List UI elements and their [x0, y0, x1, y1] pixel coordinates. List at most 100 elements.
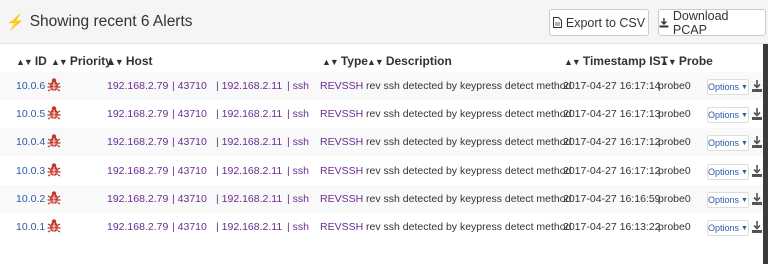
alert-type-link[interactable]: REVSSH [320, 193, 363, 205]
bug-icon [47, 162, 61, 178]
source-port[interactable]: | 43710 [172, 136, 207, 148]
sort-icon: ▲▼ [660, 57, 677, 67]
options-dropdown-button[interactable]: Options ▼ [707, 135, 749, 151]
source-ip-link[interactable]: 192.168.2.79 [107, 80, 168, 92]
alert-id-link[interactable]: 10.0.3 [16, 165, 45, 177]
download-icon[interactable] [751, 220, 763, 234]
sort-icon: ▲▼ [322, 57, 339, 67]
table-row: 10.0.5 192.168.2.79 | 43710 | 192.168.2.11 |… [0, 100, 763, 128]
caret-down-icon: ▼ [741, 224, 748, 232]
protocol[interactable]: | ssh [287, 108, 309, 120]
alert-type-link[interactable]: REVSSH [320, 108, 363, 120]
alert-timestamp: 2017-04-27 16:17:13 [563, 108, 661, 120]
options-dropdown-button[interactable]: Options ▼ [707, 79, 749, 95]
bug-icon [47, 190, 61, 206]
table-row: 10.0.4 192.168.2.79 | 43710 | 192.168.2.11 |… [0, 128, 763, 156]
caret-down-icon: ▼ [741, 168, 748, 176]
alert-timestamp: 2017-04-27 16:17:12 [563, 136, 661, 148]
table-row: 10.0.3 192.168.2.79 | 43710 | 192.168.2.11 |… [0, 157, 763, 185]
column-header-description[interactable]: ▲▼ Description [367, 54, 452, 68]
source-port[interactable]: | 43710 [172, 221, 207, 233]
alert-type-link[interactable]: REVSSH [320, 165, 363, 177]
source-port[interactable]: | 43710 [172, 193, 207, 205]
alert-description: rev ssh detected by keypress detect meth… [366, 221, 572, 233]
dest-ip-link[interactable]: | 192.168.2.11 [216, 108, 282, 120]
caret-down-icon: ▼ [741, 83, 748, 91]
column-header-type[interactable]: ▲▼ Type [322, 54, 368, 68]
alerts-page: ⚡ Showing recent 6 Alerts Export to CSV … [0, 0, 768, 264]
source-ip-link[interactable]: 192.168.2.79 [107, 193, 168, 205]
export-csv-label: Export to CSV [565, 15, 646, 30]
caret-down-icon: ▼ [741, 196, 748, 204]
alert-id-link[interactable]: 10.0.2 [16, 193, 45, 205]
source-port[interactable]: | 43710 [172, 108, 207, 120]
alert-probe: probe0 [658, 136, 691, 148]
options-dropdown-button[interactable]: Options ▼ [707, 220, 749, 236]
table-row: 10.0.1 192.168.2.79 | 43710 | 192.168.2.11 |… [0, 213, 763, 241]
protocol[interactable]: | ssh [287, 80, 309, 92]
protocol[interactable]: | ssh [287, 136, 309, 148]
alert-timestamp: 2017-04-27 16:17:14 [563, 80, 661, 92]
alert-description: rev ssh detected by keypress detect meth… [366, 136, 572, 148]
download-icon[interactable] [751, 164, 763, 178]
download-icon [659, 17, 669, 27]
source-ip-link[interactable]: 192.168.2.79 [107, 165, 168, 177]
alert-id-link[interactable]: 10.0.4 [16, 136, 45, 148]
dest-ip-link[interactable]: | 192.168.2.11 [216, 136, 282, 148]
table-header: ▲▼ ID ▲▼ Priority ▲▼ Host ▲▼ Type ▲▼ Descript… [0, 52, 763, 70]
page-title: ⚡ Showing recent 6 Alerts [6, 13, 193, 31]
table-row: 10.0.2 192.168.2.79 | 43710 | 192.168.2.11 |… [0, 185, 763, 213]
source-ip-link[interactable]: 192.168.2.79 [107, 108, 168, 120]
alert-description: rev ssh detected by keypress detect meth… [366, 193, 572, 205]
source-port[interactable]: | 43710 [172, 80, 207, 92]
download-icon[interactable] [751, 79, 763, 93]
alert-description: rev ssh detected by keypress detect meth… [366, 165, 572, 177]
alert-timestamp: 2017-04-27 16:13:22 [563, 221, 661, 233]
export-csv-button[interactable]: Export to CSV [549, 9, 649, 36]
alert-id-link[interactable]: 10.0.6 [16, 80, 45, 92]
download-icon[interactable] [751, 192, 763, 206]
bug-icon [47, 218, 61, 234]
alert-probe: probe0 [658, 221, 691, 233]
alert-type-link[interactable]: REVSSH [320, 80, 363, 92]
column-header-host[interactable]: ▲▼ Host [107, 54, 153, 68]
source-ip-link[interactable]: 192.168.2.79 [107, 136, 168, 148]
download-pcap-button[interactable]: Download PCAP [658, 8, 766, 37]
alert-type-link[interactable]: REVSSH [320, 221, 363, 233]
download-icon[interactable] [751, 135, 763, 149]
dest-ip-link[interactable]: | 192.168.2.11 [216, 80, 282, 92]
bug-icon [47, 133, 61, 149]
alert-id-link[interactable]: 10.0.1 [16, 221, 45, 233]
source-port[interactable]: | 43710 [172, 165, 207, 177]
column-header-probe[interactable]: ▲▼ Probe [660, 54, 713, 68]
column-header-timestamp[interactable]: ▲▼ Timestamp IST [564, 54, 668, 68]
alert-probe: probe0 [658, 108, 691, 120]
alert-type-link[interactable]: REVSSH [320, 136, 363, 148]
protocol[interactable]: | ssh [287, 165, 309, 177]
caret-down-icon: ▼ [741, 111, 748, 119]
options-dropdown-button[interactable]: Options ▼ [707, 192, 749, 208]
file-csv-icon [552, 17, 562, 28]
options-dropdown-button[interactable]: Options ▼ [707, 164, 749, 180]
dest-ip-link[interactable]: | 192.168.2.11 [216, 221, 282, 233]
column-header-priority[interactable]: ▲▼ Priority [51, 54, 112, 68]
scrollbar[interactable] [763, 44, 768, 264]
alert-description: rev ssh detected by keypress detect meth… [366, 108, 572, 120]
download-icon[interactable] [751, 107, 763, 121]
alert-id-link[interactable]: 10.0.5 [16, 108, 45, 120]
lightning-bolt-icon: ⚡ [6, 14, 25, 31]
dest-ip-link[interactable]: | 192.168.2.11 [216, 165, 282, 177]
source-ip-link[interactable]: 192.168.2.79 [107, 221, 168, 233]
table-row: 10.0.6 192.168.2.79 | 43710 | 192.168.2.11 |… [0, 72, 763, 100]
alerts-header: ⚡ Showing recent 6 Alerts Export to CSV … [0, 0, 768, 44]
protocol[interactable]: | ssh [287, 193, 309, 205]
column-header-id[interactable]: ▲▼ ID [16, 54, 47, 68]
sort-icon: ▲▼ [107, 57, 124, 67]
sort-icon: ▲▼ [51, 57, 68, 67]
alert-probe: probe0 [658, 193, 691, 205]
dest-ip-link[interactable]: | 192.168.2.11 [216, 193, 282, 205]
caret-down-icon: ▼ [741, 139, 748, 147]
options-dropdown-button[interactable]: Options ▼ [707, 107, 749, 123]
download-pcap-label: Download PCAP [672, 8, 729, 37]
protocol[interactable]: | ssh [287, 221, 309, 233]
